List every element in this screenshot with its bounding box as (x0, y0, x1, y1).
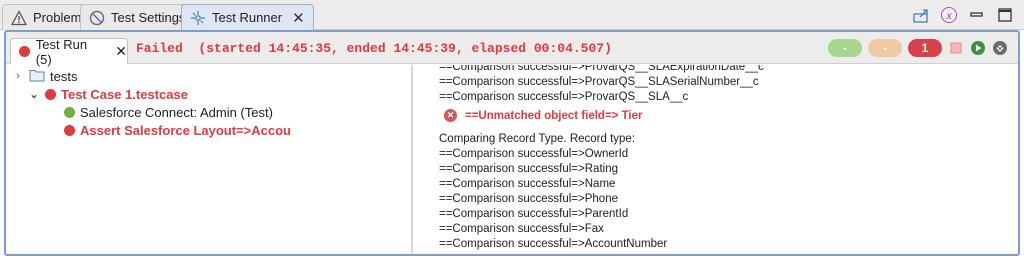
log-line: ==Comparison successful=>AccountNumber (439, 238, 668, 250)
passed-count-badge: - (828, 39, 862, 57)
svg-text:x: x (945, 8, 952, 22)
log-line: ==Comparison successful=>OwnerId (439, 148, 629, 160)
tab-test-run[interactable]: Test Run (5) ✕ (10, 36, 128, 67)
tree-label: Salesforce Connect: Admin (Test) (80, 104, 273, 120)
failed-status-icon (64, 124, 75, 136)
chevron-right-icon[interactable]: › (12, 70, 24, 82)
tree-label: Test Case 1.testcase (61, 86, 188, 102)
tree-node-step[interactable]: Salesforce Connect: Admin (Test) (64, 103, 273, 121)
close-run-tab-icon[interactable]: ✕ (115, 43, 127, 60)
tree-node-tests[interactable]: › tests (12, 67, 77, 85)
log-line: ==Comparison successful=>Rating (439, 163, 618, 175)
test-runner-panel: Test Run (5) ✕ Failed (started 14:45:35,… (4, 30, 1020, 256)
log-line: ==Comparison successful=>ProvarQS__SLAEx… (439, 65, 764, 73)
log-line: ==Comparison successful=>ProvarQS__SLA__… (439, 91, 689, 103)
log-line: ==Comparison successful=>ProvarQS__SLASe… (439, 76, 759, 88)
failed-status-icon (19, 46, 30, 57)
log-error-line: ✕ ==Unmatched object field=> Tier (444, 108, 642, 123)
error-text: ==Unmatched object field=> Tier (465, 109, 643, 122)
tab-label: Test Runner (212, 10, 283, 25)
minimize-icon[interactable] (968, 6, 986, 24)
log-line: ==Comparison successful=>ParentId (439, 208, 629, 220)
failed-status-icon (45, 88, 56, 100)
runner-icon (190, 10, 206, 26)
error-icon: ✕ (444, 109, 457, 122)
view-toolbar: x (912, 6, 1014, 24)
no-entry-icon (89, 10, 105, 26)
tab-test-runner[interactable]: Test Runner ✕ (181, 4, 314, 30)
chevron-down-icon[interactable]: ⌄ (28, 88, 40, 101)
debug-icon[interactable] (992, 40, 1008, 56)
folder-icon (29, 68, 45, 85)
run-tab-label: Test Run (5) (35, 36, 88, 67)
tree-node-test-case[interactable]: ⌄ Test Case 1.testcase (28, 85, 188, 103)
log-output[interactable]: ==Comparison successful=>ProvarQS__SLAEx… (415, 65, 1018, 254)
clear-icon[interactable]: x (940, 6, 958, 24)
maximize-icon[interactable] (996, 6, 1014, 24)
run-icon[interactable] (970, 40, 986, 56)
run-status-text: Failed (started 14:45:35, ended 14:45:39… (136, 41, 612, 56)
close-tab-icon[interactable]: ✕ (292, 9, 305, 27)
log-section-header: Comparing Record Type. Record type: (439, 133, 636, 145)
warning-icon (11, 9, 27, 26)
tab-test-settings[interactable]: Test Settings (80, 4, 195, 30)
tree-label: tests (50, 68, 78, 84)
view-tab-strip: Problems Test Settings Test Runner ✕ x (0, 0, 1024, 30)
run-tab-bar: Test Run (5) ✕ Failed (started 14:45:35,… (6, 32, 1018, 67)
failed-count-badge: 1 (908, 39, 942, 57)
tab-label: Test Settings (111, 10, 186, 25)
stop-icon[interactable] (948, 40, 964, 56)
export-icon[interactable] (912, 6, 930, 24)
passed-status-icon (64, 106, 75, 118)
run-counters: - - 1 (828, 39, 1008, 57)
log-line: ==Comparison successful=>Fax (439, 223, 604, 235)
tree-label: Assert Salesforce Layout=>Accou (80, 122, 291, 138)
tree-node-step[interactable]: Assert Salesforce Layout=>Accou (64, 121, 291, 139)
test-tree: › tests ⌄ Test Case 1.testcase Salesforc… (6, 65, 413, 254)
skipped-count-badge: - (868, 39, 902, 57)
log-line: ==Comparison successful=>Name (439, 178, 616, 190)
log-line: ==Comparison successful=>Phone (439, 193, 618, 205)
